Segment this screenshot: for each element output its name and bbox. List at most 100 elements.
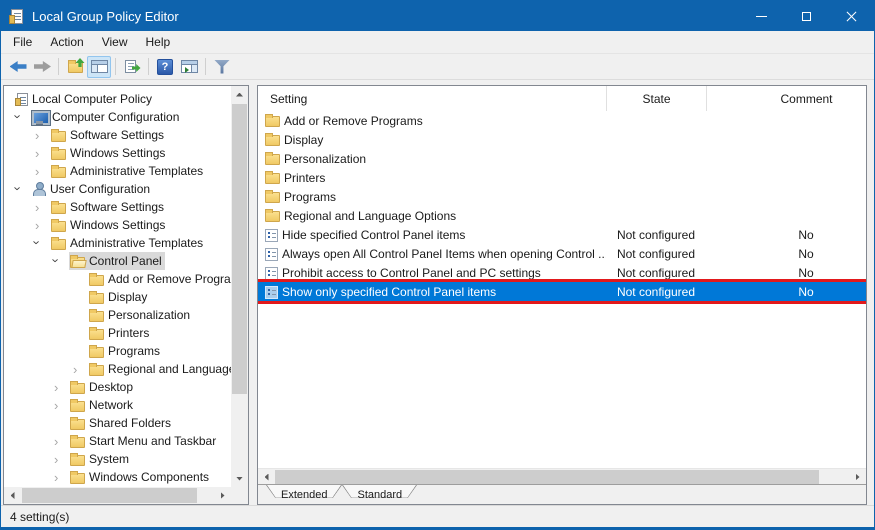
tree-item-programs[interactable]: Programs [4, 342, 231, 360]
menu-view[interactable]: View [93, 33, 137, 51]
show-hide-console-tree-button[interactable] [87, 56, 111, 78]
show-hide-action-pane-button[interactable] [177, 56, 201, 78]
menu-action[interactable]: Action [41, 33, 92, 51]
scroll-left-button[interactable] [4, 487, 21, 504]
list-row-programs[interactable]: Programs [258, 187, 866, 206]
list-row-regional-and-language-options[interactable]: Regional and Language Options [258, 206, 866, 225]
tree-horizontal-scrollbar[interactable] [4, 487, 231, 504]
chevron-expanded-icon[interactable] [54, 255, 69, 268]
chevron-collapsed-icon[interactable] [35, 219, 50, 232]
tree-item-printers[interactable]: Printers [4, 324, 231, 342]
tab-extended[interactable]: Extended [266, 485, 342, 504]
tree-item-display[interactable]: Display [4, 288, 231, 306]
tree-item-shared-folders[interactable]: Shared Folders [4, 414, 231, 432]
up-one-level-button[interactable] [63, 56, 87, 78]
back-icon [10, 61, 27, 72]
chevron-expanded-icon[interactable] [16, 111, 31, 124]
scrollbar-corner [231, 487, 248, 504]
minimize-icon [756, 16, 767, 17]
menu-file[interactable]: File [4, 33, 41, 51]
tree-item-software-settings[interactable]: Software Settings [4, 126, 231, 144]
arrow-left-icon [11, 492, 15, 499]
tree-item-personalization[interactable]: Personalization [4, 306, 231, 324]
close-button[interactable] [829, 1, 874, 31]
folder-icon [265, 211, 280, 222]
tree-item-add-or-remove-programs[interactable]: Add or Remove Programs [4, 270, 231, 288]
chevron-collapsed-icon[interactable] [35, 147, 50, 160]
policy-icon [265, 267, 278, 280]
chevron-collapsed-icon[interactable] [35, 129, 50, 142]
list-horizontal-scrollbar[interactable] [258, 468, 866, 484]
list-row-prohibit-access-to-control-panel[interactable]: Prohibit access to Control Panel and PC … [258, 263, 866, 282]
chevron-collapsed-icon[interactable] [73, 363, 88, 376]
scroll-down-button[interactable] [231, 470, 248, 487]
folder-icon [51, 221, 66, 232]
chevron-collapsed-icon[interactable] [35, 201, 50, 214]
export-list-button[interactable] [120, 56, 144, 78]
tree-vertical-scrollbar[interactable] [231, 86, 248, 487]
list-row-personalization[interactable]: Personalization [258, 149, 866, 168]
chevron-expanded-icon[interactable] [35, 237, 50, 250]
chevron-collapsed-icon[interactable] [54, 435, 69, 448]
tree-item-computer-configuration[interactable]: Computer Configuration [4, 108, 231, 126]
help-button[interactable] [153, 56, 177, 78]
tree-item-network[interactable]: Network [4, 396, 231, 414]
tree-item-windows-settings-user[interactable]: Windows Settings [4, 216, 231, 234]
folder-icon [51, 203, 66, 214]
column-header-setting[interactable]: Setting [258, 86, 606, 111]
tree-item-user-configuration[interactable]: User Configuration [4, 180, 231, 198]
tree-item-start-menu-and-taskbar[interactable]: Start Menu and Taskbar [4, 432, 231, 450]
user-icon [32, 182, 46, 196]
scroll-left-button[interactable] [258, 469, 275, 485]
chevron-expanded-icon[interactable] [16, 183, 31, 196]
filter-button[interactable] [210, 56, 234, 78]
menu-help[interactable]: Help [137, 33, 180, 51]
tree-item-windows-settings[interactable]: Windows Settings [4, 144, 231, 162]
action-pane-icon [181, 60, 198, 73]
console-tree-pane: Local Computer Policy Computer Configura… [3, 85, 249, 505]
tree-item-desktop[interactable]: Desktop [4, 378, 231, 396]
tree-item-administrative-templates-user[interactable]: Administrative Templates [4, 234, 231, 252]
title-bar: Local Group Policy Editor [1, 1, 874, 31]
chevron-collapsed-icon[interactable] [54, 381, 69, 394]
tree-item-regional-and-language-options[interactable]: Regional and Language Options [4, 360, 231, 378]
column-header-state[interactable]: State [606, 86, 706, 111]
scroll-right-button[interactable] [214, 487, 231, 504]
list-row-add-or-remove-programs[interactable]: Add or Remove Programs [258, 111, 866, 130]
scrollbar-thumb[interactable] [232, 104, 247, 394]
list-row-always-open-all-control-panel-items[interactable]: Always open All Control Panel Items when… [258, 244, 866, 263]
scrollbar-thumb[interactable] [22, 488, 197, 503]
folder-icon [70, 383, 85, 394]
chevron-collapsed-icon[interactable] [54, 471, 69, 484]
list-row-hide-specified-control-panel-items[interactable]: Hide specified Control Panel items Not c… [258, 225, 866, 244]
tree-item-control-panel[interactable]: Control Panel [4, 252, 231, 270]
tree-item-windows-components[interactable]: Windows Components [4, 468, 231, 486]
chevron-placeholder [73, 309, 88, 322]
back-button[interactable] [6, 56, 30, 78]
scroll-right-button[interactable] [849, 469, 866, 485]
settings-list-pane: Setting State Comment Add or Remove Prog… [257, 85, 867, 505]
column-header-comment[interactable]: Comment [706, 86, 866, 111]
minimize-button[interactable] [739, 1, 784, 31]
app-scroll-icon [11, 9, 23, 24]
arrow-right-icon [856, 474, 860, 481]
policy-icon [265, 229, 278, 242]
chevron-collapsed-icon[interactable] [35, 165, 50, 178]
tab-standard[interactable]: Standard [342, 485, 417, 504]
window-title: Local Group Policy Editor [32, 9, 179, 24]
list-row-display[interactable]: Display [258, 130, 866, 149]
list-row-show-only-specified-control-panel-items-selected[interactable]: Show only specified Control Panel items … [258, 282, 866, 301]
tree-item-system[interactable]: System [4, 450, 231, 468]
tree-item-administrative-templates[interactable]: Administrative Templates [4, 162, 231, 180]
forward-button[interactable] [30, 56, 54, 78]
chevron-collapsed-icon[interactable] [54, 453, 69, 466]
chevron-collapsed-icon[interactable] [54, 399, 69, 412]
tree-item-local-computer-policy[interactable]: Local Computer Policy [4, 90, 231, 108]
scroll-up-button[interactable] [231, 86, 248, 103]
maximize-button[interactable] [784, 1, 829, 31]
scrollbar-thumb[interactable] [275, 470, 819, 484]
chevron-placeholder [73, 327, 88, 340]
tree-item-software-settings-user[interactable]: Software Settings [4, 198, 231, 216]
help-icon [157, 59, 173, 75]
list-row-printers[interactable]: Printers [258, 168, 866, 187]
